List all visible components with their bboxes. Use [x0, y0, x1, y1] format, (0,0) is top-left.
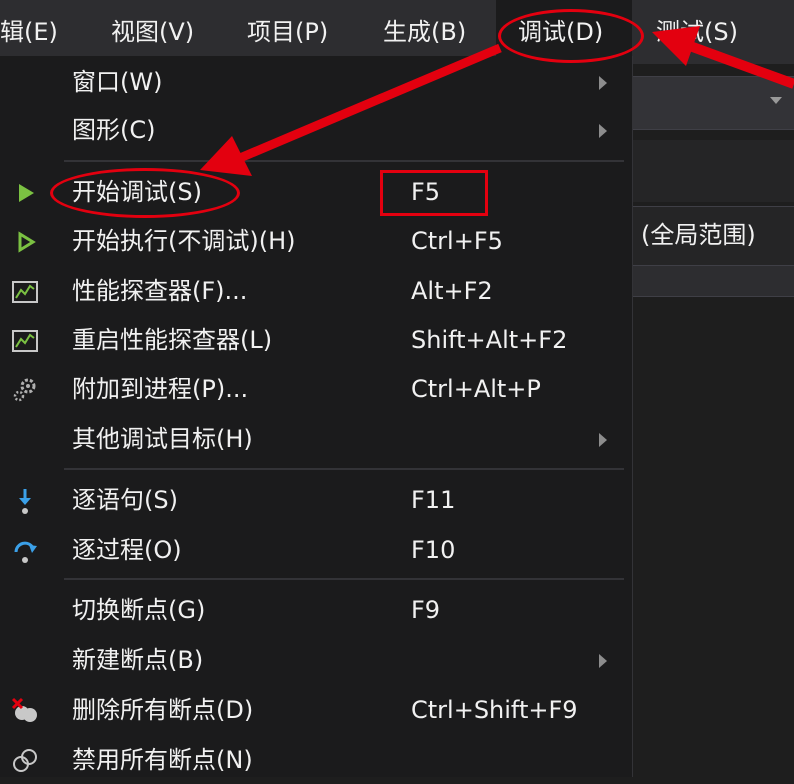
- menu-item-label: 逐过程(O): [72, 536, 182, 564]
- menu-separator: [64, 160, 624, 162]
- menu-item-label: 删除所有断点(D): [72, 696, 254, 724]
- menu-item-label: 图形(C): [72, 116, 156, 144]
- tab-strip: [633, 266, 794, 297]
- toolbar-strip: [633, 140, 794, 202]
- menu-item-graphics[interactable]: 图形(C): [0, 106, 632, 154]
- gears-icon: [13, 378, 36, 402]
- menu-item-attach-to-process[interactable]: 附加到进程(P)... Ctrl+Alt+P: [0, 365, 632, 413]
- menu-item-label: 新建断点(B): [72, 646, 204, 674]
- menu-item-label: 开始执行(不调试)(H): [72, 227, 296, 255]
- menu-item-label: 切换断点(G): [72, 596, 206, 624]
- menu-item-shortcut: F11: [411, 486, 456, 514]
- performance-chart-icon: [12, 281, 38, 303]
- menu-item-shortcut: F9: [411, 596, 441, 624]
- menu-item-toggle-breakpoint[interactable]: 切换断点(G) F9: [0, 586, 632, 634]
- menu-item-shortcut: F10: [411, 536, 456, 564]
- menu-item-shortcut: Ctrl+Shift+F9: [411, 696, 578, 724]
- menu-item-other-debug-targets[interactable]: 其他调试目标(H): [0, 415, 632, 463]
- menu-item-delete-all-breakpoints[interactable]: 删除所有断点(D) Ctrl+Shift+F9: [0, 686, 632, 734]
- menu-item-window[interactable]: 窗口(W): [0, 58, 632, 106]
- submenu-arrow-icon: [599, 124, 607, 138]
- menu-project[interactable]: 项目(P): [247, 0, 328, 64]
- menu-item-label: 其他调试目标(H): [72, 425, 253, 453]
- menu-item-label: 附加到进程(P)...: [72, 375, 249, 403]
- annotation-ellipse-start-debugging: [50, 168, 240, 218]
- menu-item-step-over[interactable]: 逐过程(O) F10: [0, 526, 632, 574]
- menu-item-label: 重启性能探查器(L): [72, 326, 273, 354]
- debug-menu-dropdown: 窗口(W) 图形(C) 开始调试(S) F5 开始执行(不调试)(H) Ctrl…: [0, 56, 633, 777]
- menu-separator: [64, 578, 624, 580]
- chevron-down-icon[interactable]: [770, 97, 782, 104]
- menu-item-shortcut: Ctrl+Alt+P: [411, 375, 541, 403]
- submenu-arrow-icon: [599, 76, 607, 90]
- menu-item-shortcut: Shift+Alt+F2: [411, 326, 568, 354]
- step-into-icon: [19, 489, 31, 514]
- menu-build[interactable]: 生成(B): [383, 0, 466, 64]
- menu-edit[interactable]: 辑(E): [0, 0, 58, 64]
- menu-item-label: 窗口(W): [72, 68, 163, 96]
- scope-label: (全局范围): [641, 221, 756, 249]
- play-filled-icon: [19, 184, 34, 202]
- menu-item-shortcut: Alt+F2: [411, 277, 493, 305]
- configuration-combobox[interactable]: [633, 76, 794, 130]
- submenu-arrow-icon: [599, 654, 607, 668]
- menu-item-relaunch-profiler[interactable]: 重启性能探查器(L) Shift+Alt+F2: [0, 316, 632, 364]
- menu-item-new-breakpoint[interactable]: 新建断点(B): [0, 636, 632, 684]
- menu-view[interactable]: 视图(V): [111, 0, 194, 64]
- menu-item-start-without-debugging[interactable]: 开始执行(不调试)(H) Ctrl+F5: [0, 217, 632, 265]
- menu-separator: [64, 468, 624, 470]
- delete-breakpoints-icon: [11, 697, 37, 722]
- step-over-icon: [14, 541, 37, 563]
- menu-bar: 辑(E) 视图(V) 项目(P) 生成(B) 调试(D) 测试(S): [0, 0, 794, 64]
- menu-test[interactable]: 测试(S): [656, 0, 738, 64]
- annotation-box-f5: [380, 170, 488, 216]
- menu-item-label: 性能探查器(F)...: [72, 277, 248, 305]
- menu-item-shortcut: Ctrl+F5: [411, 227, 503, 255]
- menu-item-label: 逐语句(S): [72, 486, 178, 514]
- submenu-arrow-icon: [599, 433, 607, 447]
- disable-breakpoints-icon: [13, 749, 37, 772]
- annotation-ellipse-debug-menu: [498, 9, 644, 63]
- scope-dropdown[interactable]: (全局范围): [633, 206, 794, 266]
- menu-item-step-into[interactable]: 逐语句(S) F11: [0, 476, 632, 524]
- performance-chart-icon: [12, 330, 38, 352]
- play-outline-icon: [18, 231, 36, 253]
- menu-item-performance-profiler[interactable]: 性能探查器(F)... Alt+F2: [0, 267, 632, 315]
